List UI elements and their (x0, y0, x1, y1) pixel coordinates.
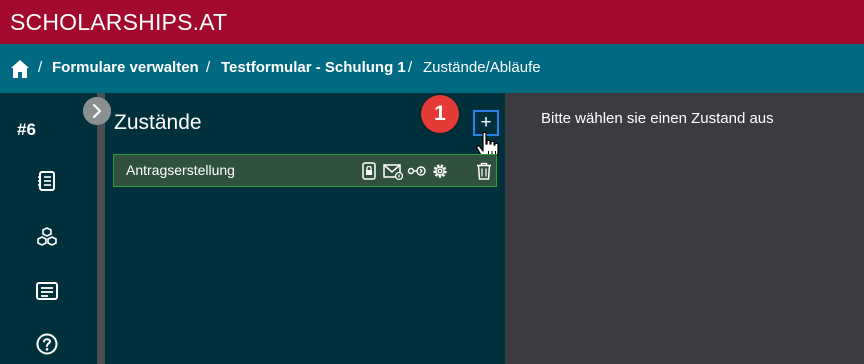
top-bar: SCHOLARSHIPS.AT (0, 0, 864, 44)
breadcrumb-separator: / (408, 59, 413, 76)
form-list-icon[interactable] (36, 170, 58, 192)
gear-icon[interactable] (431, 162, 449, 180)
help-icon[interactable] (36, 333, 58, 355)
trash-icon[interactable] (475, 162, 493, 180)
lock-icon[interactable] (360, 162, 378, 180)
cubes-icon[interactable] (36, 226, 58, 248)
breadcrumb-separator: / (206, 59, 211, 76)
mail-icon[interactable] (383, 162, 403, 180)
form-id-label: #6 (17, 120, 36, 139)
chevron-right-icon[interactable] (83, 97, 111, 125)
state-row[interactable]: Antragserstellung (113, 154, 497, 187)
states-title: Zustände (114, 111, 202, 134)
breadcrumb-separator: / (38, 59, 43, 76)
no-state-selected-hint: Bitte wählen sie einen Zustand aus (541, 110, 774, 127)
home-icon[interactable] (10, 59, 30, 79)
message-icon[interactable] (36, 280, 58, 302)
step-badge: 1 (421, 95, 459, 133)
sidebar-divider (97, 93, 105, 364)
brand-logo[interactable]: SCHOLARSHIPS.AT (10, 9, 227, 36)
state-row-label: Antragserstellung (126, 162, 235, 178)
transition-icon[interactable] (407, 162, 427, 180)
breadcrumb-item-current: Zustände/Abläufe (423, 59, 541, 76)
detail-panel (505, 93, 864, 364)
breadcrumb-item-formulare[interactable]: Formulare verwalten (52, 59, 199, 76)
breadcrumb-item-testformular[interactable]: Testformular - Schulung 1 (221, 59, 406, 76)
